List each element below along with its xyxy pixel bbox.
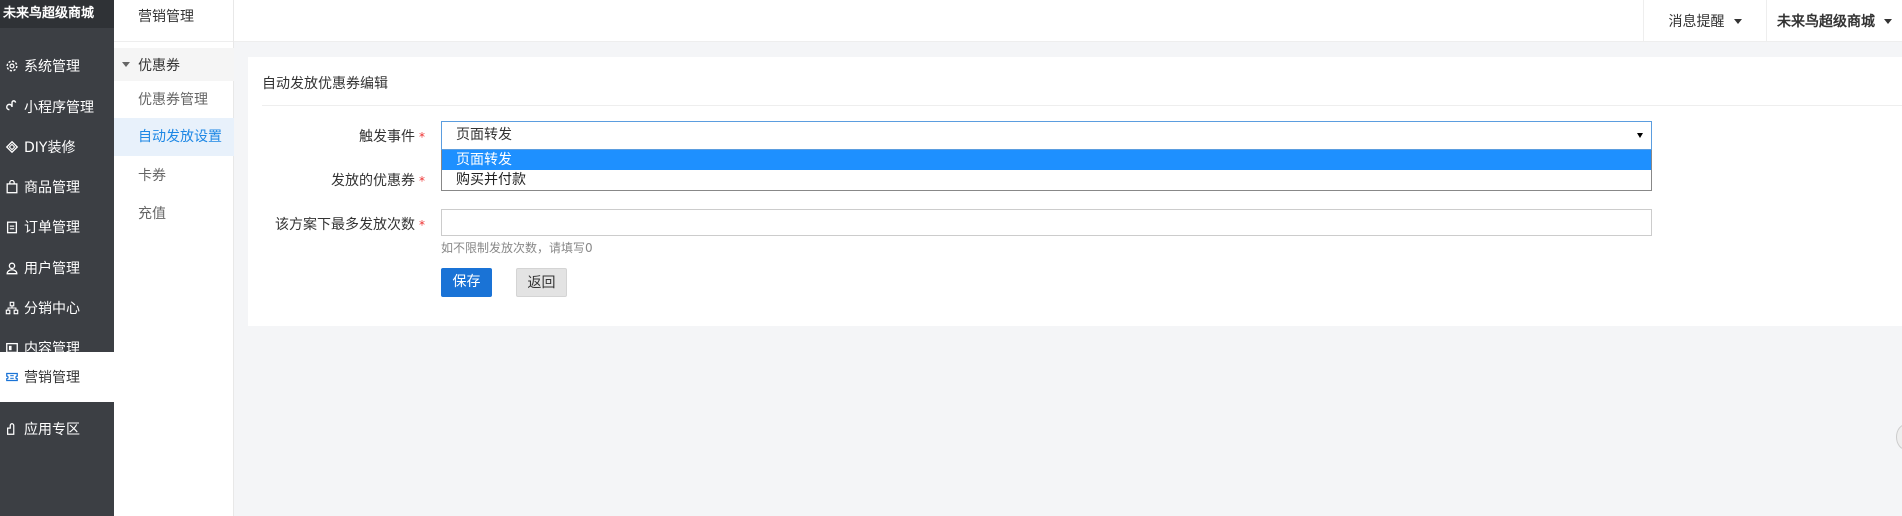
subnav-title: 营销管理 xyxy=(114,0,233,42)
sidebar-item-label: 系统管理 xyxy=(24,58,80,75)
ticket-icon xyxy=(4,369,20,385)
max-count-hint: 如不限制发放次数，请填写0 xyxy=(441,241,593,255)
required-mark: * xyxy=(419,130,425,144)
sidebar-item-label: 分销中心 xyxy=(24,300,80,317)
messages-label: 消息提醒 xyxy=(1668,14,1725,30)
subnav-item-cards[interactable]: 卡券 xyxy=(114,157,234,195)
required-mark: * xyxy=(419,174,425,188)
chevron-down-icon xyxy=(1637,133,1643,138)
user-menu[interactable]: 未来鸟超级商城 xyxy=(1767,0,1902,42)
user-name: 未来鸟超级商城 xyxy=(1777,14,1875,30)
caret-down-icon xyxy=(1733,18,1742,24)
trigger-label-text: 触发事件 xyxy=(359,129,415,145)
sidebar-item-label: DIY装修 xyxy=(24,139,76,156)
top-bar: 消息提醒 未来鸟超级商城 xyxy=(234,0,1902,42)
required-mark: * xyxy=(419,218,425,232)
sidebar-item-label: 订单管理 xyxy=(24,219,80,236)
sidebar-item-apps[interactable]: 应用专区 xyxy=(0,404,114,453)
subnav-item-coupon-manage[interactable]: 优惠券管理 xyxy=(114,81,234,119)
subnav-group-label: 优惠券 xyxy=(138,57,180,74)
sidebar-item-label: 营销管理 xyxy=(24,370,80,386)
coupon-label-text: 发放的优惠券 xyxy=(331,173,415,189)
caret-down-icon xyxy=(1884,18,1892,24)
gear-icon xyxy=(4,58,20,74)
subnav-item-auto-issue[interactable]: 自动发放设置 xyxy=(114,118,234,156)
link-icon xyxy=(4,99,20,115)
sidebar-item-marketing[interactable]: 营销管理 xyxy=(0,352,114,402)
app-icon xyxy=(4,421,20,437)
divider xyxy=(262,105,1902,106)
max-count-label-text: 该方案下最多发放次数 xyxy=(275,217,415,233)
network-icon xyxy=(4,300,20,316)
trigger-dropdown-list: 页面转发 购买并付款 xyxy=(441,150,1652,191)
max-count-input[interactable] xyxy=(441,209,1652,236)
user-icon xyxy=(4,260,20,276)
page-title: 自动发放优惠券编辑 xyxy=(262,76,388,92)
form-panel: 自动发放优惠券编辑 xyxy=(248,57,1902,326)
sidebar-item-label: 小程序管理 xyxy=(24,99,94,116)
sidebar-item-label: 商品管理 xyxy=(24,179,80,196)
trigger-select[interactable]: 页面转发 xyxy=(441,121,1652,150)
dropdown-option[interactable]: 购买并付款 xyxy=(442,170,1651,190)
clipboard-icon xyxy=(4,219,20,235)
caret-down-icon xyxy=(122,62,130,67)
dropdown-option[interactable]: 页面转发 xyxy=(442,150,1651,170)
brand-logo: 未来鸟超级商城 xyxy=(0,0,114,28)
trigger-label: 触发事件 * xyxy=(330,126,425,146)
diy-icon xyxy=(4,139,20,155)
sub-sidebar: 营销管理 优惠券 优惠券管理 自动发放设置 卡券 充值 xyxy=(114,0,234,516)
back-button[interactable]: 返回 xyxy=(516,268,567,297)
floating-handle[interactable] xyxy=(1896,424,1902,450)
subnav-item-recharge[interactable]: 充值 xyxy=(114,195,234,233)
sidebar-item-label: 应用专区 xyxy=(24,421,80,438)
messages-dropdown[interactable]: 消息提醒 xyxy=(1643,0,1767,42)
main-sidebar: 未来鸟超级商城 系统管理 小程序管理 DIY装修 商品管理 订单管理 用户管理 xyxy=(0,0,114,516)
save-button[interactable]: 保存 xyxy=(441,268,492,297)
subnav-group-coupons[interactable]: 优惠券 xyxy=(114,48,234,81)
bag-icon xyxy=(4,179,20,195)
sidebar-item-label: 用户管理 xyxy=(24,260,80,277)
trigger-select-value: 页面转发 xyxy=(456,127,512,143)
coupon-label: 发放的优惠券 * xyxy=(300,170,425,190)
max-count-label: 该方案下最多发放次数 * xyxy=(250,214,425,234)
